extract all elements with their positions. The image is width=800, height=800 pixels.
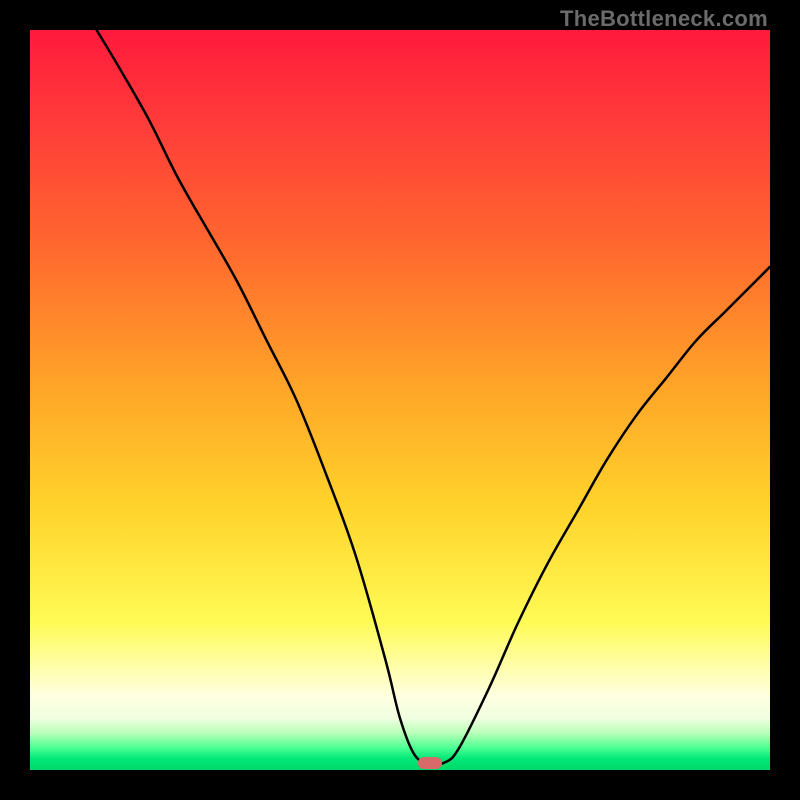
bottleneck-curve: [30, 30, 770, 770]
optimal-marker: [418, 757, 442, 769]
attribution-label: TheBottleneck.com: [560, 6, 768, 32]
plot-area: [30, 30, 770, 770]
chart-frame: TheBottleneck.com: [0, 0, 800, 800]
